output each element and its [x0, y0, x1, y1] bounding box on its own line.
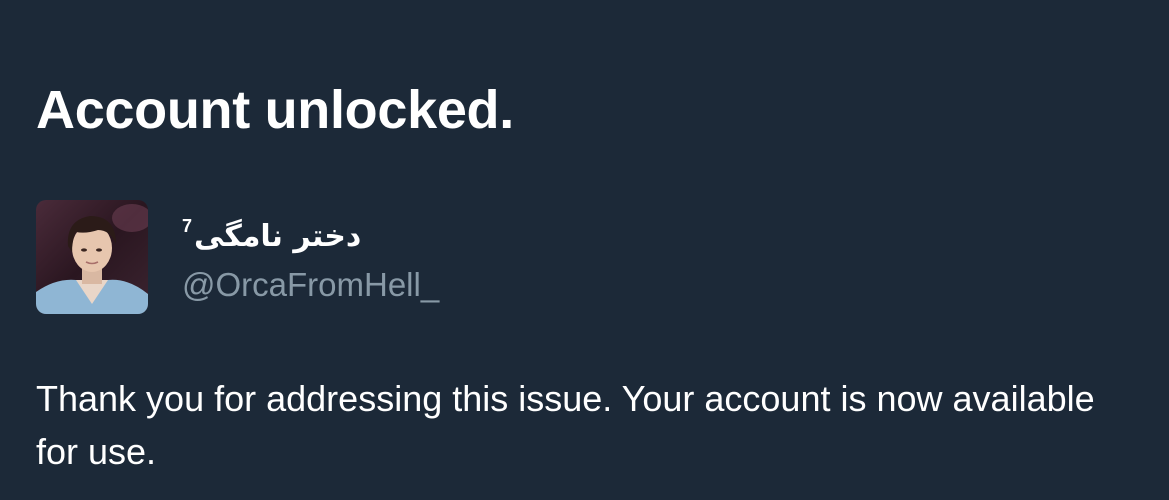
status-message: Thank you for addressing this issue. You…: [36, 378, 1095, 472]
account-unlocked-screen: Account unlocked. 7دختر نامگی @OrcaFromH…: [0, 0, 1169, 500]
avatar[interactable]: [36, 200, 148, 314]
display-name[interactable]: 7دختر نامگی: [182, 204, 439, 259]
display-name-superscript: 7: [182, 216, 193, 236]
profile-photo-icon: [36, 200, 148, 314]
display-name-text: دختر نامگی: [194, 219, 362, 254]
account-info: 7دختر نامگی @OrcaFromHell_: [36, 200, 439, 316]
page-title: Account unlocked.: [36, 80, 514, 140]
account-handle[interactable]: @OrcaFromHell_: [182, 265, 439, 305]
account-names: 7دختر نامگی @OrcaFromHell_: [182, 204, 439, 305]
